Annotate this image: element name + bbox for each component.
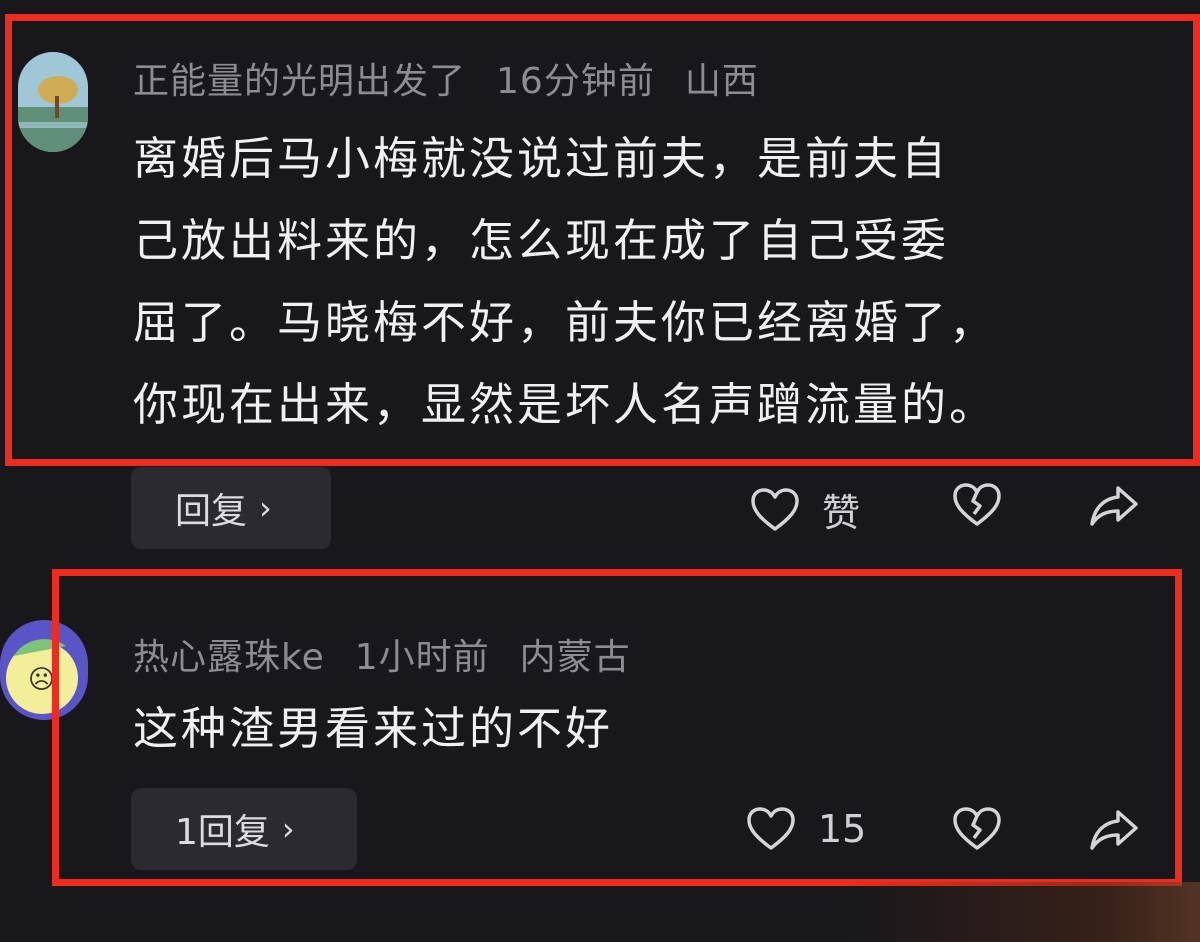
broken-heart-icon	[952, 806, 1002, 852]
location: 山西	[684, 61, 759, 102]
heart-icon	[750, 487, 800, 533]
reply-label: 1回复	[175, 812, 270, 853]
timestamp: 1小时前	[354, 637, 490, 678]
bottom-edge-glow	[0, 882, 1200, 942]
reply-button[interactable]: 1回复 ›	[131, 788, 357, 870]
like-count: 赞	[822, 491, 861, 535]
timestamp: 16分钟前	[496, 61, 655, 102]
comment-meta: 正能量的光明出发了 16分钟前 山西	[133, 52, 789, 104]
like-count: 15	[818, 807, 867, 851]
share-arrow-icon	[1088, 808, 1140, 852]
chevron-right-icon: ›	[281, 810, 295, 848]
share-arrow-icon	[1088, 484, 1140, 528]
username[interactable]: 正能量的光明出发了	[133, 61, 466, 102]
like-button[interactable]: 赞	[750, 482, 860, 537]
share-button[interactable]	[1088, 808, 1140, 852]
comment-text: 这种渣男看来过的不好	[133, 688, 613, 770]
heart-icon	[746, 806, 796, 852]
comment-text-line: 离婚后马小梅就没说过前夫，是前夫自	[133, 132, 950, 185]
comment-text-line: 这种渣男看来过的不好	[133, 702, 614, 755]
dislike-button[interactable]	[952, 482, 1002, 528]
comment-text-line: 屈了。马晓梅不好，前夫你已经离婚了，	[133, 296, 998, 349]
cartoon-face-avatar[interactable]: ☹	[0, 620, 88, 720]
like-button[interactable]: 15	[746, 806, 866, 852]
comment-meta: 热心露珠ke 1小时前 内蒙古	[133, 628, 661, 680]
share-button[interactable]	[1088, 484, 1140, 528]
dislike-button[interactable]	[952, 806, 1002, 852]
comment-text-line: 你现在出来，显然是坏人名声蹭流量的。	[133, 378, 998, 431]
comment-list-screen: 正能量的光明出发了 16分钟前 山西 离婚后马小梅就没说过前夫，是前夫自 己放出料来…	[0, 0, 1200, 942]
reply-label: 回复	[175, 491, 248, 532]
broken-heart-icon	[952, 482, 1002, 528]
comment-text: 离婚后马小梅就没说过前夫，是前夫自 己放出料来的，怎么现在成了自己受委 屈了。马…	[133, 118, 997, 446]
location: 内蒙古	[519, 637, 631, 678]
svg-text:☹: ☹	[28, 665, 55, 695]
comment-text-line: 己放出料来的，怎么现在成了自己受委	[133, 214, 950, 267]
reply-button[interactable]: 回复 ›	[131, 467, 331, 549]
chevron-right-icon: ›	[259, 489, 272, 527]
landscape-avatar[interactable]	[18, 52, 88, 152]
username[interactable]: 热心露珠ke	[133, 637, 325, 678]
